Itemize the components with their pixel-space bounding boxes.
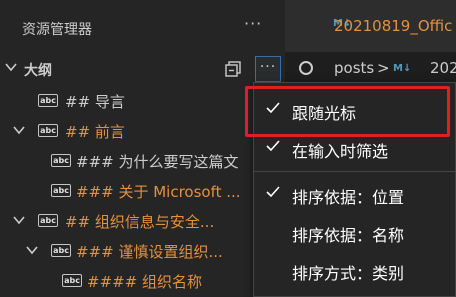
menu-item-label: 排序依据：位置 [292, 188, 405, 207]
breadcrumb-separator: > [377, 59, 390, 77]
chevron-down-icon[interactable] [12, 123, 26, 137]
markdown-icon: M↓ [393, 63, 412, 74]
chevron-down-icon[interactable] [25, 243, 39, 257]
outline-item-label: ### 关于 Microsoft ... [76, 183, 241, 201]
outline-item-label: ### 谨慎设置组织... [76, 243, 223, 261]
outline-item[interactable]: abc #### 组织名称 [0, 266, 285, 296]
string-symbol-icon: abc [62, 274, 82, 287]
outline-title: 大纲 [24, 63, 52, 79]
breadcrumb: posts > M↓ 202 [285, 57, 456, 81]
outline-more-actions-button[interactable]: ··· [255, 56, 281, 82]
string-symbol-icon: abc [38, 214, 58, 227]
outline-item[interactable]: abc ### 为什么要写这篇文 [0, 146, 285, 176]
explorer-title: 资源管理器 [22, 22, 92, 38]
outline-item-label: ## 导言 [65, 93, 125, 111]
outline-item-label: ### 为什么要写这篇文 [76, 153, 239, 171]
menu-item-sort-by-name[interactable]: 排序依据：名称 [254, 215, 455, 249]
outline-item[interactable]: abc ## 前言 [0, 116, 285, 146]
outline-item-label: #### 组织名称 [87, 273, 203, 291]
menu-item-label: 排序依据：名称 [292, 226, 405, 245]
outline-item[interactable]: abc ### 谨慎设置组织... [0, 236, 285, 266]
explorer-sidebar: 资源管理器 ··· 大纲 ··· abc ## 导言 abc ## 前言 abc… [0, 0, 285, 297]
string-symbol-icon: abc [51, 244, 71, 257]
string-symbol-icon: abc [38, 124, 58, 137]
outline-item-label: ## 组织信息与安全... [65, 213, 215, 231]
string-symbol-icon: abc [51, 184, 71, 197]
outline-item[interactable]: abc ## 组织信息与安全... [0, 206, 285, 236]
chevron-down-icon [5, 63, 17, 72]
breadcrumb-folder[interactable]: posts [334, 59, 374, 77]
outline-item-label: ## 前言 [65, 123, 125, 141]
menu-item-label: 在输入时筛选 [292, 142, 389, 161]
menu-item-label: 排序方式：类别 [292, 264, 405, 283]
menu-item-sort-by-category[interactable]: 排序方式：类别 [254, 253, 455, 287]
editor-tab[interactable]: M↓ 20210819_Offic [285, 0, 456, 52]
circle-icon [299, 61, 313, 75]
string-symbol-icon: abc [51, 154, 71, 167]
breadcrumb-file[interactable]: 202 [430, 59, 456, 77]
outline-item[interactable]: abc ### 关于 Microsoft ... [0, 176, 285, 206]
explorer-header: 资源管理器 ··· [0, 0, 285, 56]
check-icon [266, 140, 280, 152]
outline-section-header[interactable]: 大纲 ··· [0, 56, 285, 84]
outline-item[interactable]: abc ## 导言 [0, 86, 285, 116]
string-symbol-icon: abc [38, 94, 58, 107]
explorer-more-actions-button[interactable]: ··· [244, 14, 262, 33]
highlight-annotation-box [245, 86, 450, 137]
menu-item-sort-by-position[interactable]: 排序依据：位置 [254, 177, 455, 211]
collapse-all-icon[interactable] [224, 59, 244, 79]
chevron-down-icon[interactable] [12, 213, 26, 227]
tab-title: 20210819_Offic [334, 17, 453, 35]
menu-separator [254, 171, 455, 172]
check-icon [266, 186, 280, 198]
